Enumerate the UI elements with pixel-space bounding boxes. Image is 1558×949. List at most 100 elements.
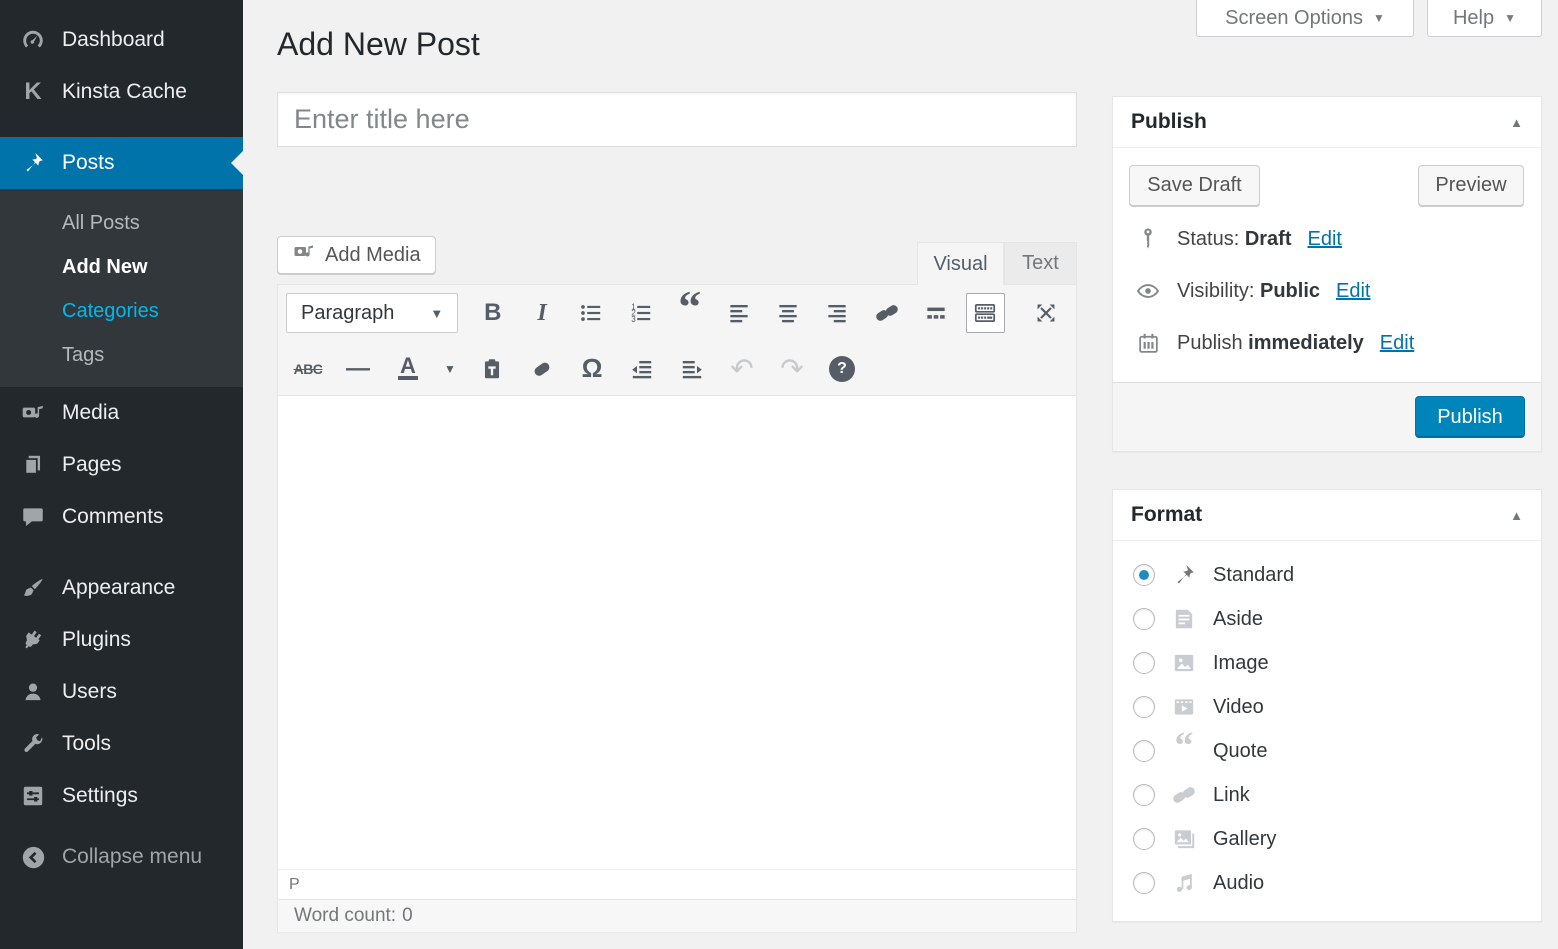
edit-schedule-link[interactable]: Edit bbox=[1380, 332, 1414, 355]
toolbar-toggle-icon bbox=[972, 300, 998, 326]
clear-formatting-button[interactable] bbox=[522, 349, 562, 389]
wrench-icon bbox=[18, 729, 48, 759]
publish-panel-header[interactable]: Publish ▲ bbox=[1113, 97, 1541, 148]
sidebar-item-users[interactable]: Users bbox=[0, 666, 243, 718]
sidebar-item-plugins[interactable]: Plugins bbox=[0, 614, 243, 666]
save-draft-button[interactable]: Save Draft bbox=[1129, 165, 1260, 206]
paste-as-text-button[interactable] bbox=[472, 349, 512, 389]
sidebar-item-label: Pages bbox=[62, 453, 122, 477]
fullscreen-button[interactable] bbox=[1027, 293, 1066, 333]
keyboard-shortcuts-button[interactable]: ? bbox=[822, 349, 862, 389]
redo-button[interactable]: ↷ bbox=[772, 349, 812, 389]
format-option-audio: Audio bbox=[1113, 861, 1541, 905]
collapse-panel-icon[interactable]: ▲ bbox=[1510, 508, 1523, 523]
sidebar-item-kinsta-cache[interactable]: K Kinsta Cache bbox=[0, 66, 243, 118]
sidebar-item-tools[interactable]: Tools bbox=[0, 718, 243, 770]
add-media-button[interactable]: Add Media bbox=[277, 236, 436, 274]
sidebar-item-comments[interactable]: Comments bbox=[0, 491, 243, 543]
italic-button[interactable]: I bbox=[522, 293, 561, 333]
format-option-video: Video bbox=[1113, 685, 1541, 729]
eraser-icon bbox=[529, 356, 555, 382]
pages-icon bbox=[18, 450, 48, 480]
submenu-item-categories[interactable]: Categories bbox=[0, 289, 243, 333]
align-right-icon bbox=[824, 300, 850, 326]
paragraph-style-select[interactable]: Paragraph ▼ bbox=[286, 293, 458, 333]
gallery-icon bbox=[1169, 826, 1199, 852]
numbered-list-button[interactable]: 123 bbox=[621, 293, 660, 333]
text-color-icon: A bbox=[398, 357, 418, 380]
format-options-list: Standard Aside Image Video “ Quot bbox=[1113, 541, 1541, 905]
blockquote-icon: “ bbox=[678, 302, 701, 324]
toolbar-toggle-button[interactable] bbox=[966, 293, 1005, 333]
radio-link[interactable] bbox=[1133, 784, 1155, 806]
format-option-standard: Standard bbox=[1113, 553, 1541, 597]
tab-text[interactable]: Text bbox=[1004, 242, 1077, 284]
sidebar-item-media[interactable]: Media bbox=[0, 387, 243, 439]
radio-quote[interactable] bbox=[1133, 740, 1155, 762]
text-color-button[interactable]: A bbox=[388, 349, 428, 389]
publish-panel-footer: Publish bbox=[1113, 382, 1541, 451]
radio-video[interactable] bbox=[1133, 696, 1155, 718]
blockquote-button[interactable]: “ bbox=[670, 293, 709, 333]
sidebar-item-dashboard[interactable]: Dashboard bbox=[0, 14, 243, 66]
sidebar-item-pages[interactable]: Pages bbox=[0, 439, 243, 491]
post-title-input[interactable] bbox=[277, 92, 1077, 147]
strikethrough-button[interactable]: ABC bbox=[288, 349, 328, 389]
format-option-link: Link bbox=[1113, 773, 1541, 817]
editor-content[interactable] bbox=[278, 396, 1076, 869]
screen-options-button[interactable]: Screen Options ▼ bbox=[1196, 0, 1414, 37]
indent-button[interactable] bbox=[672, 349, 712, 389]
sidebar-item-label: Collapse menu bbox=[62, 845, 202, 869]
sidebar-item-label: Appearance bbox=[62, 576, 175, 600]
format-option-image: Image bbox=[1113, 641, 1541, 685]
submenu-item-add-new[interactable]: Add New bbox=[0, 245, 243, 289]
undo-button[interactable]: ↶ bbox=[722, 349, 762, 389]
insert-link-button[interactable] bbox=[867, 293, 906, 333]
help-question-icon: ? bbox=[829, 356, 855, 382]
special-character-button[interactable]: Ω bbox=[572, 349, 612, 389]
format-panel-header[interactable]: Format ▲ bbox=[1113, 490, 1541, 541]
radio-audio[interactable] bbox=[1133, 872, 1155, 894]
align-center-button[interactable] bbox=[769, 293, 808, 333]
dashboard-gauge-icon bbox=[18, 25, 48, 55]
submenu-item-all-posts[interactable]: All Posts bbox=[0, 201, 243, 245]
strikethrough-icon: ABC bbox=[294, 361, 323, 377]
sidebar-item-appearance[interactable]: Appearance bbox=[0, 562, 243, 614]
align-right-button[interactable] bbox=[818, 293, 857, 333]
media-camera-icon bbox=[292, 240, 316, 270]
preview-button[interactable]: Preview bbox=[1418, 165, 1524, 206]
publish-button[interactable]: Publish bbox=[1415, 396, 1525, 438]
horizontal-rule-button[interactable]: — bbox=[338, 349, 378, 389]
sidebar-item-label: Kinsta Cache bbox=[62, 80, 187, 104]
paintbrush-icon bbox=[18, 573, 48, 603]
status-row: Status: Draft Edit bbox=[1135, 226, 1342, 252]
tab-visual[interactable]: Visual bbox=[917, 242, 1004, 285]
bold-button[interactable]: B bbox=[473, 293, 512, 333]
radio-aside[interactable] bbox=[1133, 608, 1155, 630]
align-left-button[interactable] bbox=[719, 293, 758, 333]
plugin-icon bbox=[18, 625, 48, 655]
outdent-icon bbox=[629, 356, 655, 382]
help-button[interactable]: Help ▼ bbox=[1427, 0, 1542, 37]
sidebar-item-settings[interactable]: Settings bbox=[0, 770, 243, 822]
admin-sidebar: Dashboard K Kinsta Cache Posts All Posts… bbox=[0, 0, 243, 949]
sidebar-item-posts[interactable]: Posts bbox=[0, 137, 243, 189]
user-icon bbox=[18, 677, 48, 707]
collapse-panel-icon[interactable]: ▲ bbox=[1510, 115, 1523, 130]
submenu-item-tags[interactable]: Tags bbox=[0, 333, 243, 377]
horizontal-rule-icon: — bbox=[346, 355, 370, 383]
edit-visibility-link[interactable]: Edit bbox=[1336, 280, 1370, 303]
format-panel: Format ▲ Standard Aside Image bbox=[1112, 489, 1542, 922]
read-more-button[interactable] bbox=[916, 293, 955, 333]
word-count-bar: Word count:0 bbox=[278, 899, 1076, 932]
page-title: Add New Post bbox=[277, 26, 480, 63]
radio-standard[interactable] bbox=[1133, 564, 1155, 586]
sidebar-item-label: Settings bbox=[62, 784, 138, 808]
text-color-caret-button[interactable]: ▼ bbox=[438, 349, 462, 389]
collapse-menu-button[interactable]: Collapse menu bbox=[0, 831, 243, 883]
radio-image[interactable] bbox=[1133, 652, 1155, 674]
bulleted-list-button[interactable] bbox=[572, 293, 611, 333]
edit-status-link[interactable]: Edit bbox=[1308, 228, 1342, 251]
outdent-button[interactable] bbox=[622, 349, 662, 389]
radio-gallery[interactable] bbox=[1133, 828, 1155, 850]
